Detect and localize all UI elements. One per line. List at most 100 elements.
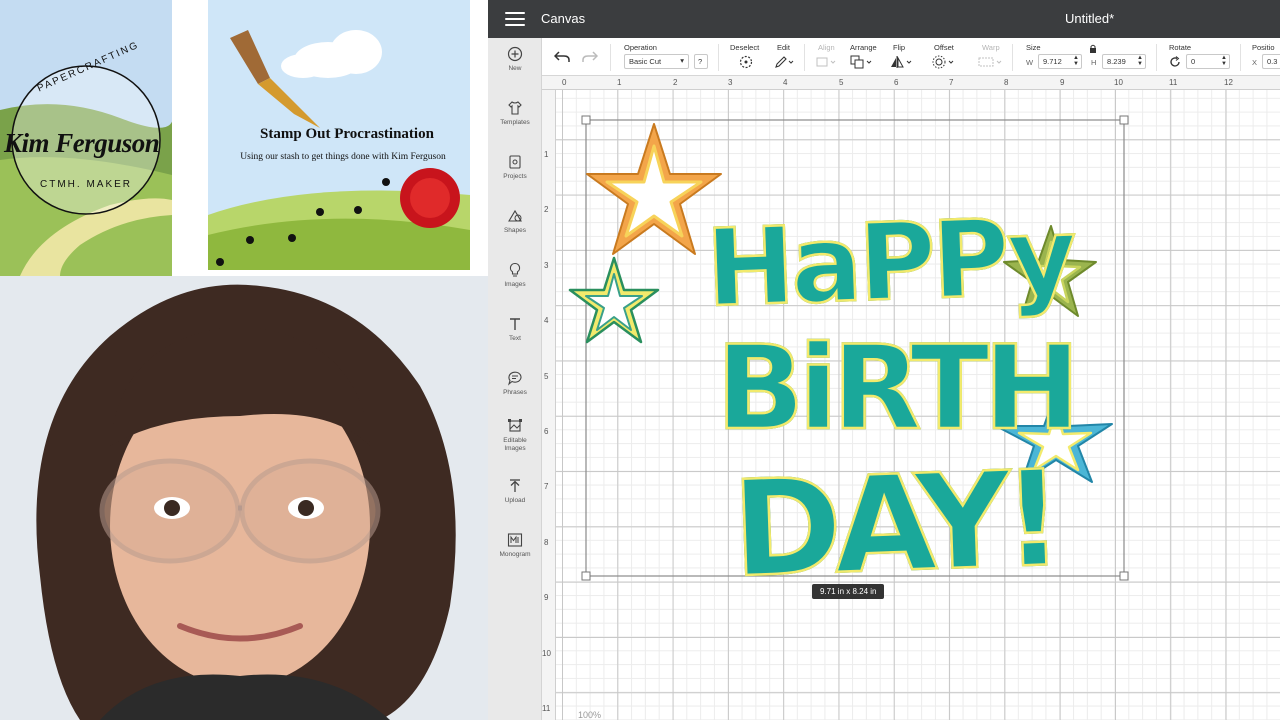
- document-title: Untitled*: [1065, 11, 1115, 26]
- ruler-tick-label: 9: [1060, 78, 1065, 87]
- offset-icon[interactable]: [932, 55, 956, 69]
- sidebar-item-images[interactable]: Images: [488, 262, 542, 312]
- x-label: X: [1252, 58, 1258, 67]
- sidebar-item-editable-images[interactable]: Editable Images: [488, 418, 542, 476]
- design-layer: HaPPy BiRTH DAY! HaPPy BiRTH DAY!: [568, 115, 1129, 609]
- selection-handle[interactable]: [1119, 115, 1129, 125]
- sidebar-item-templates[interactable]: Templates: [488, 100, 542, 150]
- deselect-icon[interactable]: [739, 55, 753, 69]
- ruler-tick-label: 10: [1114, 78, 1123, 87]
- selection-handle[interactable]: [581, 571, 591, 581]
- editable-image-icon: [508, 419, 522, 432]
- ruler-tick-label: 4: [783, 78, 788, 87]
- edit-pencil-icon[interactable]: [774, 55, 794, 69]
- sidebar-item-shapes[interactable]: Shapes: [488, 208, 542, 258]
- ruler-tick-label: 1: [617, 78, 622, 87]
- toolbar-divider: [804, 44, 805, 71]
- sidebar-item-label: Shapes: [503, 227, 527, 234]
- birth-text-inline: BiRTH: [716, 321, 1075, 456]
- yellow-star[interactable]: [568, 256, 660, 344]
- align-icon[interactable]: [816, 56, 838, 68]
- arrange-icon[interactable]: [850, 55, 874, 69]
- ruler-tick-label: 3: [728, 78, 733, 87]
- sidebar-item-label: Phrases: [503, 389, 527, 396]
- stamp-card-title: Stamp Out Procrastination: [260, 126, 434, 142]
- sidebar-item-label: Projects: [503, 173, 527, 180]
- ruler-tick-label: 3: [544, 261, 549, 270]
- lock-icon[interactable]: [1089, 44, 1097, 54]
- orange-star[interactable]: [586, 123, 722, 255]
- ruler-tick-label: 5: [544, 372, 549, 381]
- warp-icon[interactable]: [978, 56, 1004, 68]
- selection-handle[interactable]: [1119, 571, 1129, 581]
- design-canvas[interactable]: HaPPy BiRTH DAY! HaPPy BiRTH DAY! 9.71 i…: [556, 90, 1280, 720]
- zoom-level[interactable]: 100%: [578, 710, 601, 720]
- operation-select[interactable]: Basic Cut ▾: [624, 54, 689, 69]
- toolbar-divider: [610, 44, 611, 71]
- sidebar-item-phrases[interactable]: Phrases: [488, 370, 542, 420]
- offset-label: Offset: [934, 43, 954, 52]
- x-input[interactable]: 0.3: [1262, 54, 1280, 69]
- height-value: 8.239: [1107, 57, 1126, 66]
- left-ruler: 1 2 3 4 5 6 7 8 9 10 11: [542, 90, 556, 720]
- stepper-icon[interactable]: ▲ ▼: [1221, 55, 1227, 67]
- undo-icon[interactable]: [554, 51, 570, 63]
- toolbar-divider: [718, 44, 719, 71]
- deselect-label: Deselect: [730, 43, 760, 52]
- redo-icon[interactable]: [582, 51, 598, 63]
- stepper-icon[interactable]: ▲ ▼: [1073, 55, 1079, 67]
- shapes-icon: [508, 209, 522, 222]
- presenter-portrait-art: [0, 276, 488, 720]
- sidebar-item-new[interactable]: New: [488, 46, 542, 96]
- ruler-tick-label: 1: [544, 150, 549, 159]
- stepper-icon[interactable]: ▲ ▼: [1137, 55, 1143, 67]
- sidebar-item-text[interactable]: Text: [488, 316, 542, 366]
- logo-stamp: PAPERCRAFTING Kim Ferguson CTMH. MAKER: [0, 0, 172, 276]
- top-bar: Canvas Untitled*: [488, 0, 1280, 38]
- sidebar-item-label: Images: [504, 281, 526, 288]
- toolbar-divider: [1012, 44, 1013, 71]
- ruler-tick-label: 4: [544, 316, 549, 325]
- screen: PAPERCRAFTING Kim Ferguson CTMH. MAKER S…: [0, 0, 1280, 720]
- chevron-down-icon: ▾: [680, 56, 684, 65]
- size-tooltip: 9.71 in x 8.24 in: [812, 584, 885, 599]
- width-input[interactable]: 9.712 ▲ ▼: [1038, 54, 1082, 69]
- ruler-tick-label: 5: [839, 78, 844, 87]
- hang-paw-icon: [216, 258, 224, 266]
- flip-icon[interactable]: [890, 55, 914, 69]
- selection-handle[interactable]: [581, 115, 591, 125]
- rotate-label: Rotate: [1169, 43, 1192, 52]
- width-label: W: [1026, 58, 1034, 67]
- arrange-label: Arrange: [850, 43, 877, 52]
- sidebar-item-upload[interactable]: Upload: [488, 478, 542, 528]
- happy-text-inline: HaPPy: [704, 194, 1078, 330]
- left-sidebar: New Templates Projects Shapes Images Tex…: [488, 38, 542, 720]
- ruler-tick-label: 9: [544, 593, 549, 602]
- menu-icon[interactable]: [505, 12, 525, 26]
- edit-label: Edit: [777, 43, 790, 52]
- sidebar-item-projects[interactable]: Projects: [488, 154, 542, 204]
- height-input[interactable]: 8.239 ▲ ▼: [1102, 54, 1146, 69]
- rotate-input[interactable]: 0 ▲ ▼: [1186, 54, 1230, 69]
- operation-help-button[interactable]: ?: [694, 54, 708, 69]
- ruler-tick-label: 8: [544, 538, 549, 547]
- shirt-icon: [508, 101, 522, 115]
- rotate-icon: [1170, 56, 1180, 67]
- ruler-tick-label: 7: [949, 78, 954, 87]
- app-title: Canvas: [541, 11, 586, 26]
- sidebar-item-monogram[interactable]: Monogram: [488, 532, 542, 582]
- ruler-tick-label: 2: [544, 205, 549, 214]
- ruler-tick-label: 11: [542, 704, 551, 713]
- projects-icon: [509, 155, 521, 169]
- x-value: 0.3: [1267, 57, 1278, 66]
- align-label: Align: [818, 43, 835, 52]
- ruler-tick-label: 2: [673, 78, 678, 87]
- top-ruler: 0 1 2 3 4 5 6 7 8 9 10 11 12: [542, 76, 1280, 90]
- sidebar-item-label: Text: [509, 335, 521, 342]
- plus-circle-icon: [507, 46, 523, 62]
- width-value: 9.712: [1043, 57, 1062, 66]
- webcam-overlay-panel: PAPERCRAFTING Kim Ferguson CTMH. MAKER S…: [0, 0, 488, 720]
- ruler-tick-label: 6: [544, 427, 549, 436]
- edit-toolbar: Operation Basic Cut ▾ ? Deselect Edit Al…: [542, 38, 1280, 76]
- monogram-icon: [507, 533, 523, 547]
